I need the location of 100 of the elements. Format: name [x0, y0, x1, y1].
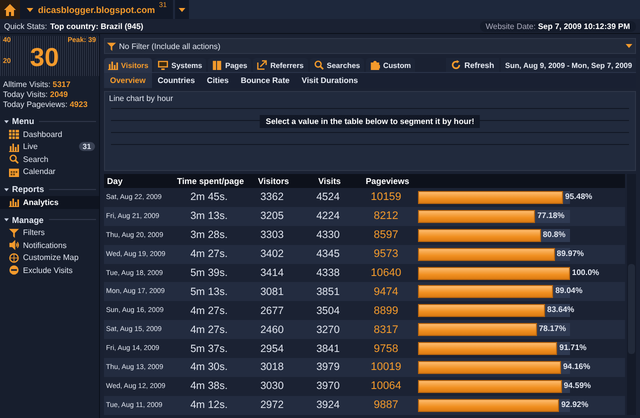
- section-title: Reports: [12, 184, 44, 194]
- table-cell-text: 2677: [259, 304, 285, 317]
- table-cell-text: 3979: [315, 361, 341, 374]
- chart-message: Select a value in the table below to segment it by hour!: [260, 115, 480, 128]
- column-header[interactable]: Day: [104, 176, 174, 186]
- total-stat: Today Visits: 2049: [3, 90, 69, 100]
- sidebar-item[interactable]: Filters: [0, 226, 99, 239]
- table-cell-text: 10159: [370, 191, 402, 204]
- table-cell-text: 8212: [372, 210, 400, 222]
- grid-icon: [9, 129, 19, 140]
- table-cell-text: 4330: [315, 229, 341, 242]
- chart-title: Line chart by hour: [109, 94, 174, 103]
- percent-label: 89.97%: [556, 248, 584, 258]
- table-cell-text: 2972: [259, 399, 285, 412]
- sidebar-item[interactable]: Analytics: [0, 196, 99, 208]
- percent-label: 77.18%: [537, 210, 564, 220]
- table-cell-text: 3081: [259, 286, 285, 298]
- refresh-button[interactable]: Refresh: [446, 58, 500, 72]
- table-cell-text: 4m 27s.: [189, 304, 229, 317]
- sidebar-item[interactable]: Calendar: [0, 166, 99, 178]
- subtab[interactable]: Cities: [200, 73, 235, 88]
- dropdown-button[interactable]: [174, 0, 189, 19]
- sidebar-item[interactable]: Customize Map: [0, 252, 99, 264]
- subtab[interactable]: Bounce Rate: [234, 73, 296, 88]
- table-cell-text: 3030: [259, 380, 285, 392]
- home-button[interactable]: [0, 0, 20, 19]
- subtab[interactable]: Overview: [104, 73, 152, 88]
- sidebar-item[interactable]: Notifications: [0, 239, 99, 252]
- table-cell-text: 9474: [372, 286, 400, 298]
- table-cell-text: 10640: [370, 267, 402, 279]
- total-stat: Today Pageviews: 4923: [3, 100, 89, 110]
- current-visitors: 30: [30, 42, 59, 73]
- percent-label: 78.17%: [538, 324, 566, 334]
- table-cell-text: 3504: [315, 304, 341, 317]
- filter-dropdown[interactable]: No Filter (Include all actions): [104, 38, 636, 54]
- bar-chart-icon: [9, 142, 19, 152]
- monitor-icon: [158, 60, 168, 70]
- table-cell-text: 3303: [259, 229, 285, 242]
- table-cell-text: 3924: [315, 399, 341, 412]
- column-header[interactable]: Visits: [300, 176, 356, 186]
- table-cell-text: 4224: [315, 210, 341, 222]
- table-cell-text: 3270: [315, 324, 341, 336]
- table-cell-text: 2460: [259, 324, 285, 336]
- triangle-icon: [3, 118, 10, 124]
- table-cell-text: 3m 13s.: [189, 210, 229, 222]
- table-cell-text: 3402: [259, 248, 285, 260]
- table-cell-text: 3205: [259, 210, 285, 222]
- search-icon: [314, 60, 324, 70]
- percent-label: 92.92%: [561, 400, 588, 409]
- percent-label: 83.64%: [547, 305, 574, 314]
- table-cell-text: 4338: [315, 267, 341, 279]
- sidebar-item[interactable]: Search: [0, 153, 99, 166]
- table-cell-text: 8317: [372, 324, 400, 336]
- search-icon: [9, 154, 19, 164]
- subtab[interactable]: Countries: [152, 73, 201, 88]
- funnel-icon: [107, 42, 116, 50]
- triangle-icon: [3, 216, 10, 223]
- table-cell-text: 9573: [372, 248, 400, 260]
- table-cell-text: 3851: [315, 286, 341, 298]
- table-cell-text: 4m 38s.: [189, 380, 229, 392]
- arrow-icon: [257, 60, 268, 70]
- table-cell-text: 4m 27s.: [189, 248, 229, 260]
- calendar-icon: [9, 166, 19, 177]
- section-title: Manage: [12, 214, 44, 224]
- sidebar-item[interactable]: Dashboard: [0, 128, 99, 140]
- globe-icon: [9, 252, 19, 263]
- home-icon: [4, 4, 16, 16]
- percent-label: 100.0%: [572, 268, 600, 276]
- table-cell-text: 5m 13s.: [189, 286, 229, 298]
- table-cell-text: 3970: [315, 380, 341, 392]
- percent-label: 94.16%: [563, 362, 590, 371]
- table-cell-text: 3362: [259, 191, 285, 204]
- subtab[interactable]: Visit Durations: [296, 73, 364, 88]
- percent-label: 91.71%: [559, 343, 587, 352]
- sidebar-item[interactable]: Exclude Visits: [0, 264, 99, 276]
- table-cell-text: 8899: [372, 304, 400, 317]
- table-cell-text: 10064: [370, 380, 402, 392]
- speaker-icon: [9, 240, 19, 250]
- quick-stats-value: Top country: Brazil (945): [50, 22, 144, 30]
- percent-label: 94.59%: [564, 380, 591, 390]
- column-header[interactable]: Visitors: [244, 176, 300, 186]
- table-cell-text: 4m 27s.: [189, 324, 229, 336]
- total-stat: Alltime Visits: 5317: [3, 80, 72, 90]
- caret-icon: [26, 6, 34, 14]
- table-cell-text: 9758: [372, 342, 400, 355]
- column-header[interactable]: Time spent/page: [174, 176, 244, 186]
- table-cell-text: 3m 28s.: [189, 229, 229, 242]
- quick-stats-label: Quick Stats:: [4, 22, 48, 30]
- table-cell-text: 4524: [315, 191, 341, 204]
- table-cell-text: 3018: [259, 361, 285, 374]
- table-cell-text: 2m 45s.: [189, 191, 229, 204]
- table-cell-text: 5m 39s.: [189, 267, 229, 279]
- table-cell-text: 8597: [372, 229, 400, 242]
- bar-chart-icon: [108, 60, 118, 70]
- table-cell-text: 9887: [372, 399, 400, 412]
- column-header[interactable]: Pageviews: [356, 176, 416, 186]
- bar-chart-icon: [9, 197, 19, 208]
- percent-label: 95.48%: [565, 192, 592, 201]
- table-cell-text: 2954: [259, 342, 285, 355]
- table-cell-text: 10019: [370, 361, 402, 374]
